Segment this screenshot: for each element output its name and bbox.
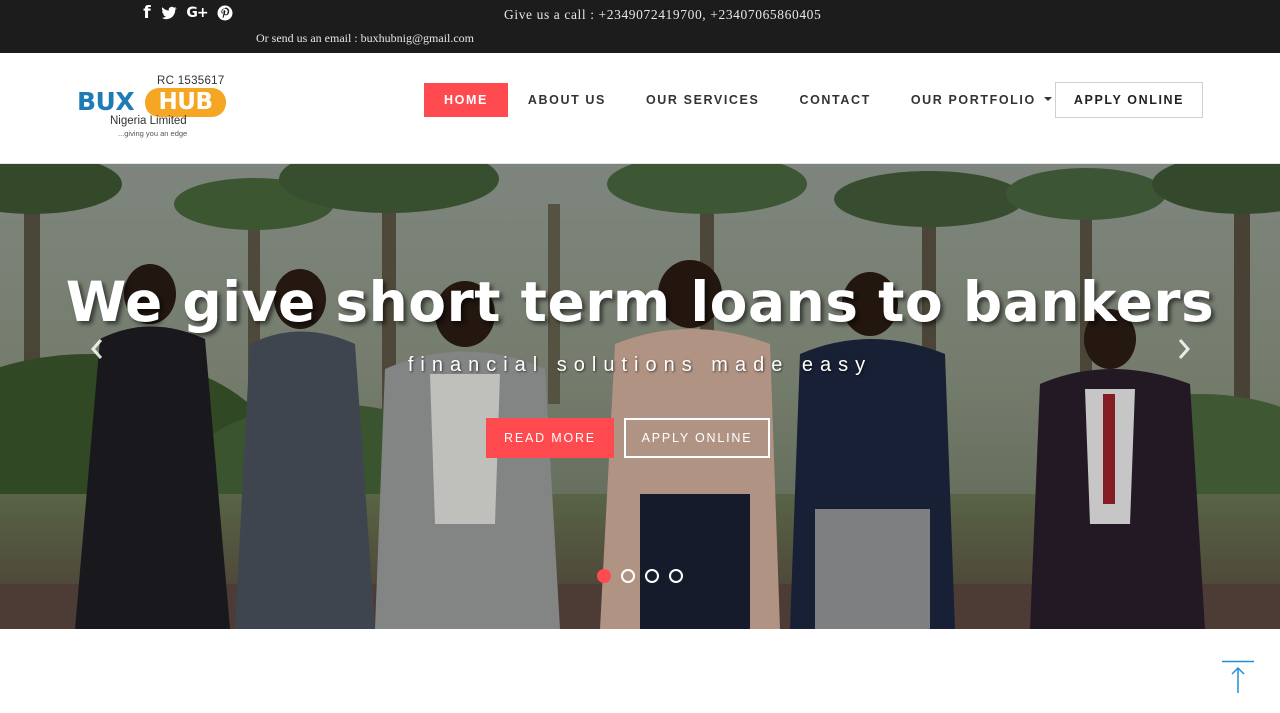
carousel-dot-3[interactable] bbox=[645, 569, 659, 583]
google-plus-icon[interactable]: G+ bbox=[186, 4, 208, 22]
caret-down-icon bbox=[1043, 97, 1052, 102]
email-info: Or send us an email : buxhubnig@gmail.co… bbox=[256, 31, 475, 45]
nav-our-portfolio-label: OUR PORTFOLIO bbox=[910, 92, 1036, 107]
logo-company-name: Nigeria Limited bbox=[110, 115, 187, 127]
nav-about-us[interactable]: ABOUT US bbox=[508, 83, 626, 117]
hero-subtitle: financial solutions made easy bbox=[407, 354, 873, 376]
hero-title: We give short term loans to bankers bbox=[65, 270, 1215, 334]
social-links: f G+ bbox=[142, 4, 233, 22]
site-header: RC 1535617 BUX HUB Nigeria Limited ...gi… bbox=[0, 53, 1280, 164]
hero-overlay bbox=[0, 164, 1280, 629]
hero-carousel: We give short term loans to bankers fina… bbox=[0, 164, 1280, 629]
logo-rc-number: RC 1535617 bbox=[157, 75, 225, 87]
twitter-icon[interactable] bbox=[161, 5, 177, 21]
company-logo[interactable]: RC 1535617 BUX HUB Nigeria Limited ...gi… bbox=[76, 73, 236, 143]
scroll-to-top-button[interactable] bbox=[1221, 660, 1255, 696]
read-more-button[interactable]: READ MORE bbox=[486, 418, 614, 458]
carousel-indicators bbox=[597, 569, 683, 583]
top-bar: f G+ Give us a call : +2349072419700, +2… bbox=[0, 0, 1280, 53]
nav-home[interactable]: HOME bbox=[424, 82, 508, 117]
nav-our-portfolio[interactable]: OUR PORTFOLIO bbox=[891, 83, 1072, 117]
logo-tagline: ...giving you an edge bbox=[118, 129, 188, 138]
main-nav: HOME ABOUT US OUR SERVICES CONTACT OUR P… bbox=[424, 82, 1072, 117]
logo-bux-text: BUX bbox=[77, 87, 135, 116]
carousel-dot-1[interactable] bbox=[597, 569, 611, 583]
apply-online-hero-button[interactable]: APPLY ONLINE bbox=[624, 418, 770, 458]
carousel-dot-2[interactable] bbox=[621, 569, 635, 583]
pinterest-icon[interactable] bbox=[217, 5, 233, 21]
nav-our-services[interactable]: OUR SERVICES bbox=[626, 83, 779, 117]
apply-online-nav-button[interactable]: APPLY ONLINE bbox=[1055, 82, 1203, 118]
nav-contact[interactable]: CONTACT bbox=[779, 83, 890, 117]
facebook-icon[interactable]: f bbox=[142, 4, 152, 22]
call-info: Give us a call : +2349072419700, +234070… bbox=[504, 7, 822, 22]
arrow-up-icon bbox=[1222, 660, 1254, 693]
logo-hub-badge: HUB bbox=[145, 88, 226, 117]
carousel-dot-4[interactable] bbox=[669, 569, 683, 583]
